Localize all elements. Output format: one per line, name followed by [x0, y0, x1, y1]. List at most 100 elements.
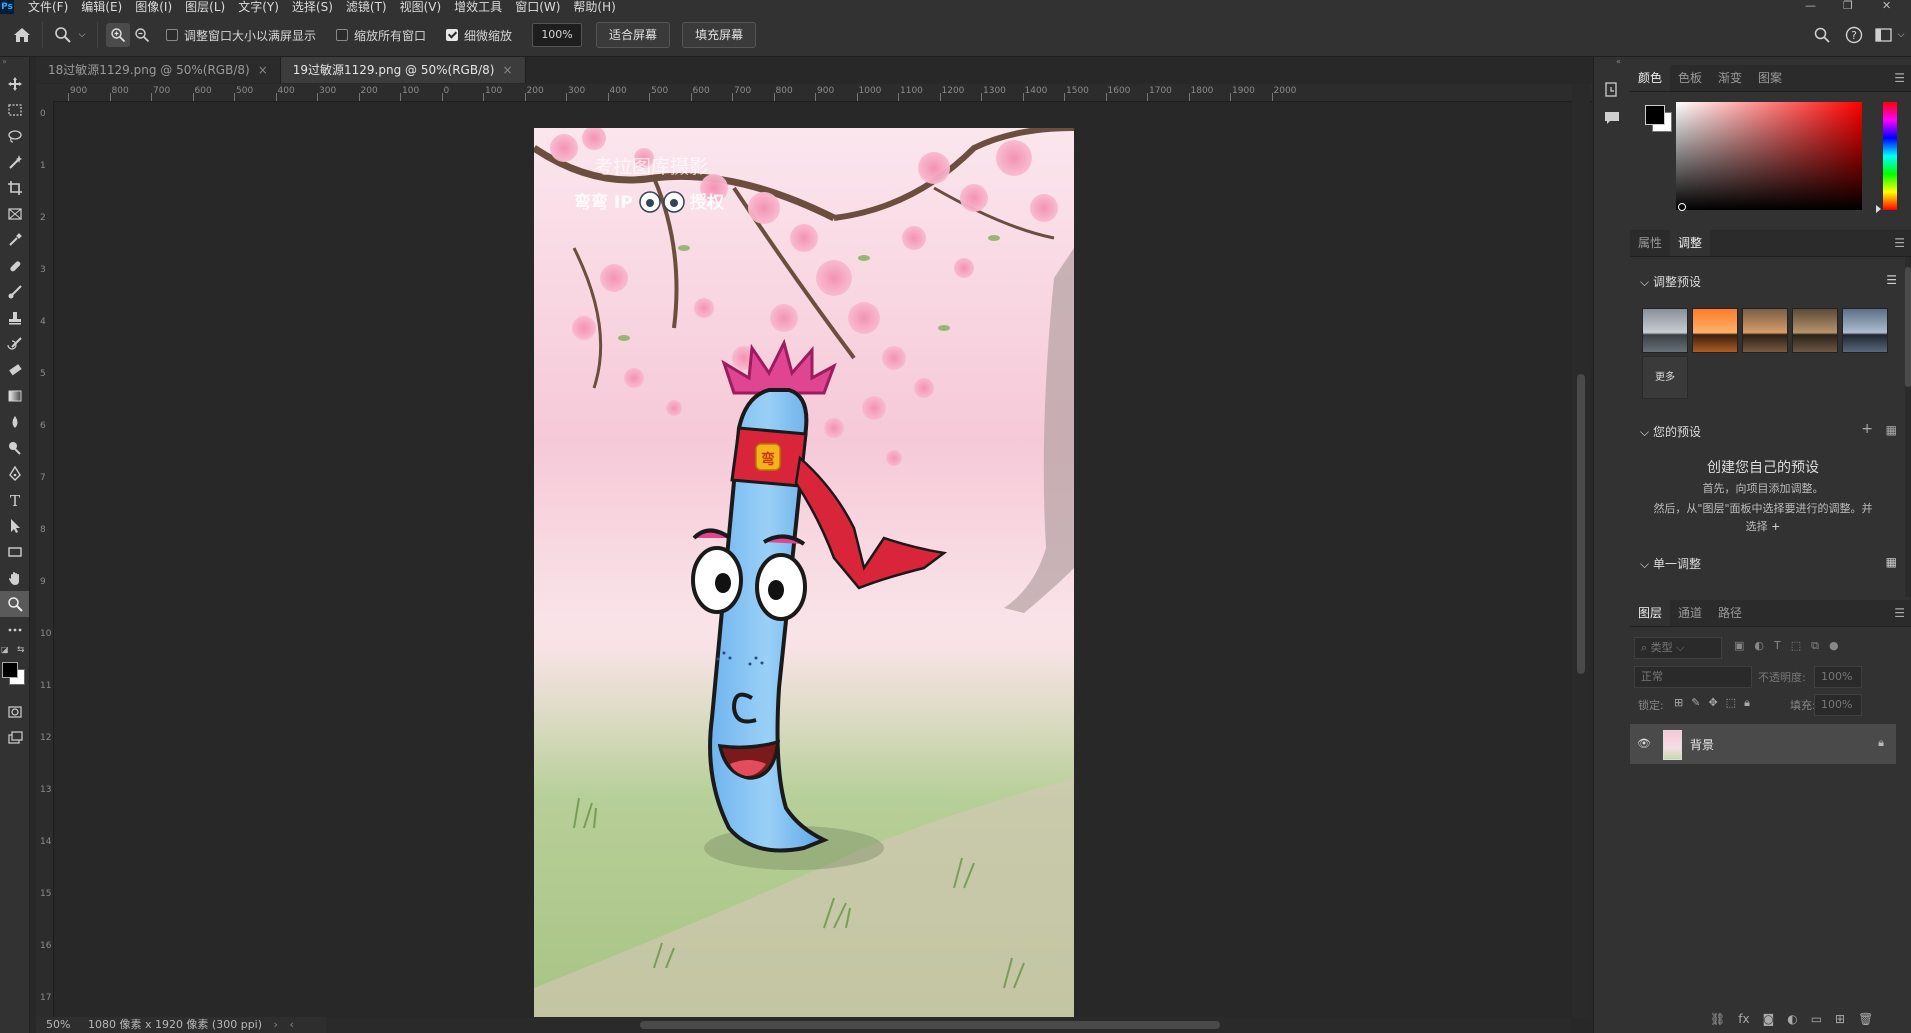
swap-colors-icon[interactable]: ⇆: [17, 645, 25, 655]
home-icon[interactable]: [10, 23, 34, 47]
lock-move-icon[interactable]: ✥: [1708, 696, 1717, 710]
scrubby-zoom-checkbox[interactable]: 细微缩放: [446, 27, 512, 44]
filter-pixel-icon[interactable]: ▣: [1734, 639, 1744, 653]
blend-mode-select[interactable]: 正常: [1634, 666, 1752, 688]
lock-brush-icon[interactable]: ✎: [1691, 696, 1700, 710]
menu-filter[interactable]: 滤镜(T): [346, 0, 387, 14]
eyedropper-icon[interactable]: [0, 227, 29, 253]
default-colors-icon[interactable]: ◪: [1, 645, 9, 654]
adjust-presets-header[interactable]: ⌵ 调整预设: [1640, 273, 1701, 290]
opacity-field[interactable]: 100%: [1814, 666, 1862, 688]
filter-adjust-icon[interactable]: ◐: [1754, 639, 1764, 653]
lock-transparent-icon[interactable]: ⊞: [1674, 696, 1683, 710]
ruler-origin[interactable]: [36, 84, 44, 101]
chevron-down-icon[interactable]: ⌵: [75, 23, 89, 47]
dodge-tool-icon[interactable]: [0, 435, 29, 461]
eraser-tool-icon[interactable]: [0, 357, 29, 383]
pen-tool-icon[interactable]: [0, 461, 29, 487]
resize-windows-checkbox[interactable]: 调整窗口大小以满屏显示: [166, 27, 316, 44]
collapse-panels-icon[interactable]: «: [1616, 57, 1621, 66]
collapse-toolbar-icon[interactable]: »: [0, 57, 29, 71]
comments-panel-icon[interactable]: [1603, 109, 1621, 130]
document-canvas[interactable]: 考拉图库摄影 弯弯 IP 授权 弯: [534, 128, 1074, 1017]
fit-screen-button[interactable]: 适合屏幕: [596, 22, 671, 48]
menu-image[interactable]: 图像(I): [135, 0, 172, 14]
magic-wand-icon[interactable]: [0, 149, 29, 175]
zoom-all-windows-checkbox[interactable]: 缩放所有窗口: [336, 27, 426, 44]
new-group-icon[interactable]: ▭: [1811, 1012, 1822, 1026]
single-adjust-header[interactable]: ⌵ 单一调整: [1640, 555, 1701, 572]
stamp-tool-icon[interactable]: [0, 305, 29, 331]
fx-icon[interactable]: fx: [1738, 1012, 1749, 1026]
quick-mask-icon[interactable]: [0, 699, 29, 725]
filter-type-icon[interactable]: T: [1774, 639, 1781, 653]
menu-edit[interactable]: 编辑(E): [81, 0, 122, 14]
search-icon[interactable]: [1810, 23, 1834, 47]
tab-document-18[interactable]: 18过敏源1129.png @ 50%(RGB/8) ×: [36, 57, 281, 83]
link-layers-icon[interactable]: ⛓︎: [1710, 1012, 1725, 1026]
lasso-tool-icon[interactable]: [0, 123, 29, 149]
lock-all-icon[interactable]: 🔒︎: [1744, 696, 1750, 710]
single-adjust-grid-icon[interactable]: ▦: [1886, 555, 1897, 569]
move-tool-icon[interactable]: [0, 71, 29, 97]
lock-artboard-icon[interactable]: ⬚: [1726, 696, 1736, 710]
workspace-icon[interactable]: [1872, 23, 1896, 47]
layer-lock-icon[interactable]: 🔒︎: [1878, 736, 1884, 750]
filter-smart-icon[interactable]: ⧉: [1811, 639, 1819, 653]
gradient-tool-icon[interactable]: [0, 383, 29, 409]
more-presets-button[interactable]: 更多: [1642, 356, 1688, 399]
zoom-percentage-field[interactable]: 100%: [532, 23, 583, 47]
tab-channels[interactable]: 通道: [1670, 600, 1710, 626]
healing-brush-icon[interactable]: [0, 253, 29, 279]
layer-name[interactable]: 背景: [1690, 736, 1714, 753]
history-panel-icon[interactable]: [1603, 81, 1621, 102]
layer-row-background[interactable]: 👁︎ 背景 🔒︎: [1630, 724, 1896, 764]
filter-toggle-icon[interactable]: ●: [1829, 639, 1839, 653]
hand-tool-icon[interactable]: [0, 565, 29, 591]
preset-thumb-5[interactable]: [1842, 308, 1888, 353]
brush-tool-icon[interactable]: [0, 279, 29, 305]
fill-screen-button[interactable]: 填充屏幕: [682, 22, 757, 48]
color-picker-handle[interactable]: [1678, 203, 1686, 211]
tab-paths[interactable]: 路径: [1710, 600, 1750, 626]
canvas-area[interactable]: 考拉图库摄影 弯弯 IP 授权 弯: [54, 102, 1571, 1017]
add-preset-icon[interactable]: +: [1861, 421, 1873, 437]
fill-field[interactable]: 100%: [1814, 694, 1862, 716]
adjust-menu-icon[interactable]: ☰: [1894, 236, 1905, 250]
zoom-tool-sidebar-icon[interactable]: [0, 591, 29, 617]
add-mask-icon[interactable]: ◙: [1763, 1012, 1775, 1026]
close-tab-icon[interactable]: ×: [258, 63, 268, 77]
tab-color[interactable]: 颜色: [1630, 65, 1671, 91]
preset-thumb-4[interactable]: [1792, 308, 1838, 353]
menu-layer[interactable]: 图层(L): [185, 0, 225, 14]
scroll-left-icon[interactable]: ‹: [289, 1018, 293, 1031]
rectangle-tool-icon[interactable]: [0, 539, 29, 565]
horizontal-ruler[interactable]: 900 800 700 600 500 400 300 200 100 0 100 200 300 400…: [44, 84, 1592, 102]
adjust-panel-scrollbar[interactable]: [1905, 257, 1911, 597]
menu-type[interactable]: 文字(Y): [238, 0, 279, 14]
zoom-in-icon[interactable]: [106, 23, 130, 47]
foreground-color-swatch[interactable]: [2, 662, 18, 678]
vertical-scrollbar[interactable]: [1572, 84, 1590, 1017]
vertical-ruler[interactable]: 0 1 2 3 4 5 6 7 8 9 10 11 12 13 14 15 16 17: [36, 101, 54, 1017]
close-tab-icon[interactable]: ×: [502, 63, 512, 77]
panel-menu-icon[interactable]: ☰: [1894, 71, 1905, 85]
restore-icon[interactable]: ❐: [1843, 0, 1853, 14]
new-layer-icon[interactable]: ⊞: [1835, 1012, 1845, 1026]
hue-slider-handle[interactable]: [1876, 205, 1881, 213]
menu-select[interactable]: 选择(S): [292, 0, 333, 14]
path-selection-icon[interactable]: [0, 513, 29, 539]
color-swatches[interactable]: ◪ ⇆: [0, 643, 29, 699]
frame-tool-icon[interactable]: [0, 201, 29, 227]
tab-layers[interactable]: 图层: [1630, 600, 1671, 626]
layers-menu-icon[interactable]: ☰: [1894, 606, 1905, 620]
tab-properties[interactable]: 属性: [1630, 230, 1670, 256]
more-tools-icon[interactable]: [0, 617, 29, 643]
tab-swatches[interactable]: 色板: [1670, 65, 1710, 91]
vertical-scroll-thumb[interactable]: [1577, 374, 1585, 674]
blur-tool-icon[interactable]: [0, 409, 29, 435]
workspace-chevron-icon[interactable]: ⌵: [1894, 23, 1908, 47]
menu-plugins[interactable]: 增效工具: [454, 0, 502, 14]
crop-tool-icon[interactable]: [0, 175, 29, 201]
tab-gradients[interactable]: 渐变: [1710, 65, 1750, 91]
